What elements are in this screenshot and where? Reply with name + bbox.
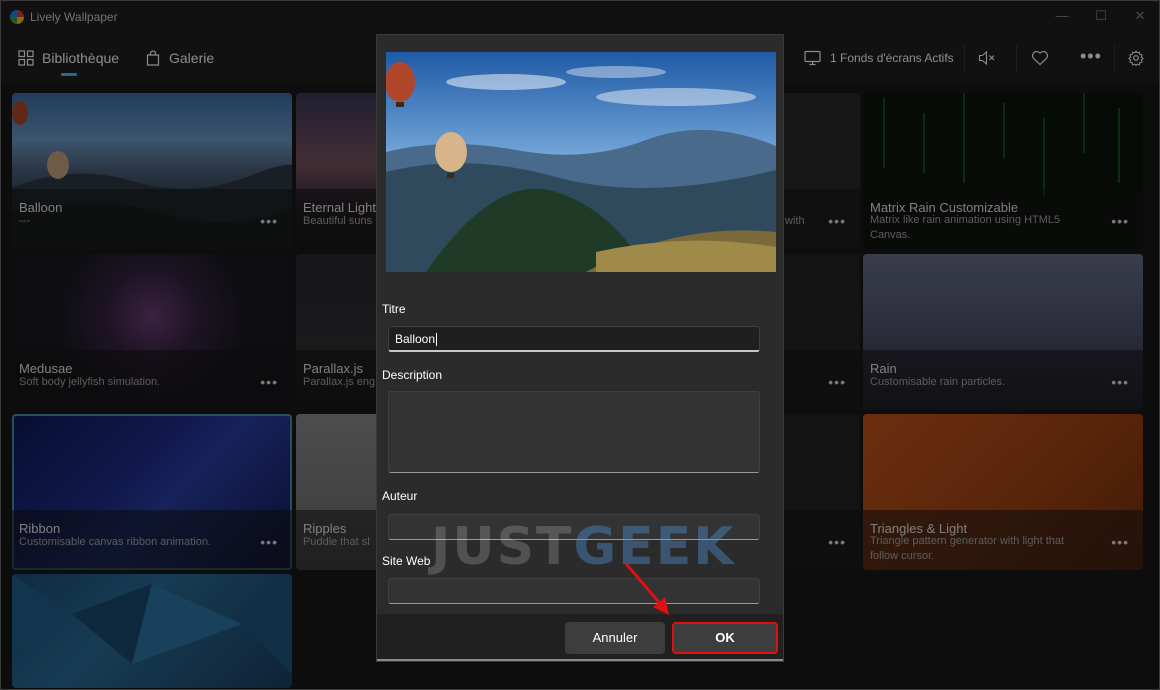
author-label: Auteur — [382, 489, 418, 503]
cancel-button[interactable]: Annuler — [565, 622, 665, 654]
app-window: Lively Wallpaper — ☐ ✕ Bibliothèque Gale… — [0, 0, 1160, 690]
title-input[interactable]: Balloon — [388, 326, 760, 352]
description-label: Description — [382, 368, 443, 382]
annotation-arrow-icon — [625, 563, 669, 615]
website-label: Site Web — [382, 554, 431, 568]
wallpaper-preview — [386, 52, 776, 272]
title-input-value: Balloon — [395, 332, 436, 346]
ok-button[interactable]: OK — [672, 622, 778, 654]
website-input[interactable] — [388, 578, 760, 604]
watermark: JUSTGEEK — [431, 517, 736, 577]
title-label: Titre — [382, 302, 406, 316]
watermark-part1: JUST — [431, 517, 574, 577]
text-caret — [436, 333, 438, 347]
preview-image — [386, 52, 776, 272]
description-input[interactable] — [388, 391, 760, 473]
